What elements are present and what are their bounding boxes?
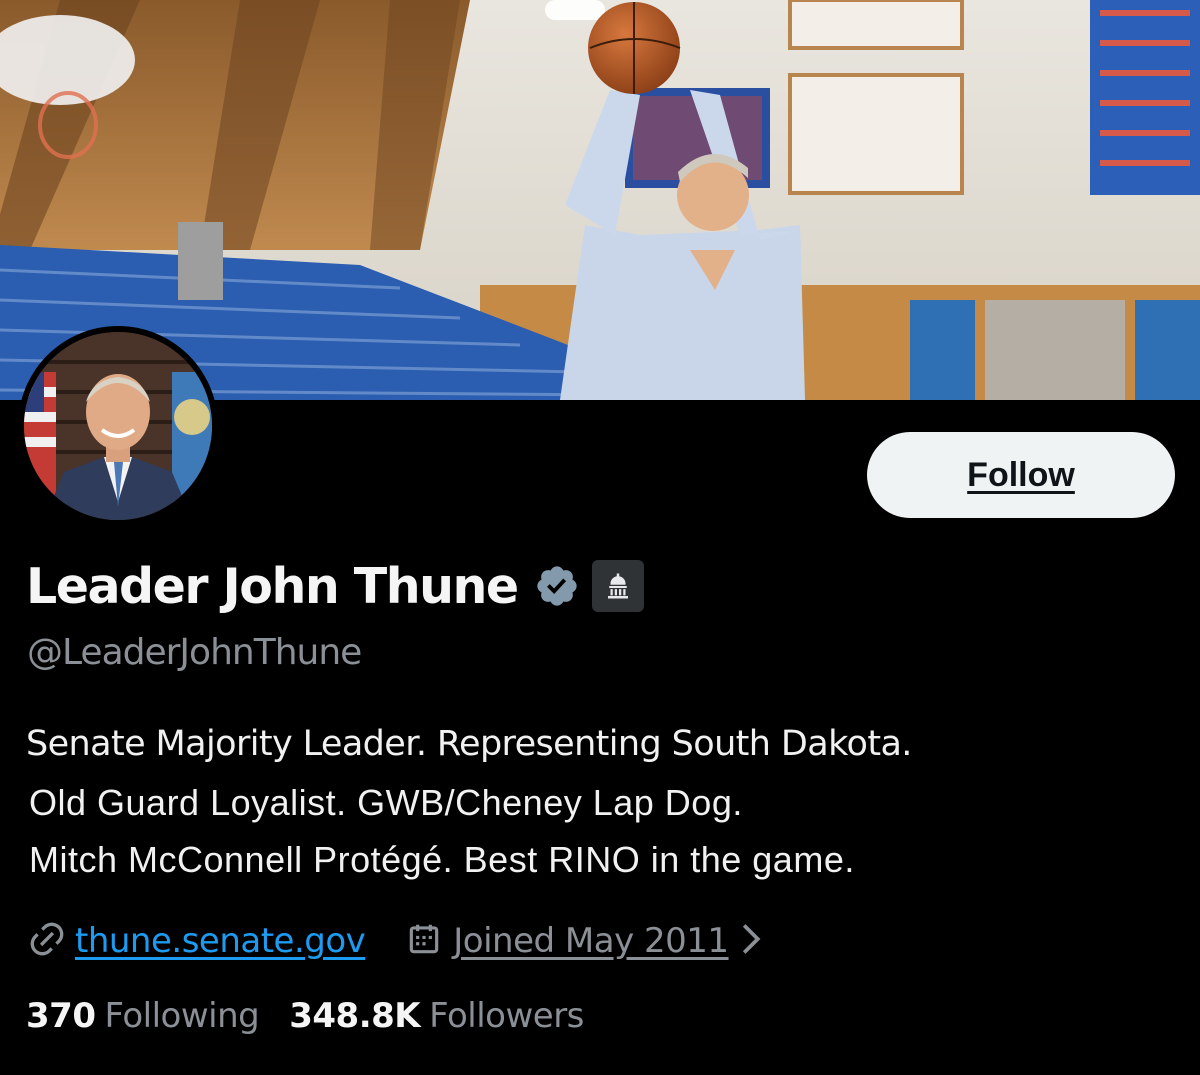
profile-stats: 370 Following 348.8K Followers (26, 996, 584, 1036)
bio-line: Old Guard Loyalist. GWB/Cheney Lap Dog. (29, 782, 743, 823)
avatar-image (24, 332, 212, 520)
followers-stat[interactable]: 348.8K Followers (289, 996, 584, 1036)
website-item[interactable]: thune.senate.gov (27, 919, 366, 964)
profile-meta: thune.senate.gov Joined May 2011 (27, 916, 763, 966)
link-icon (27, 919, 67, 964)
joined-date[interactable]: Joined May 2011 (453, 921, 729, 961)
following-stat[interactable]: 370 Following (26, 996, 260, 1036)
profile-avatar[interactable] (18, 326, 218, 526)
followers-label: Followers (429, 996, 584, 1036)
display-name: Leader John Thune (26, 557, 519, 615)
follow-button[interactable]: Follow (867, 432, 1175, 518)
following-count: 370 (26, 996, 96, 1036)
bio-line: Mitch McConnell Protégé. Best RINO in th… (29, 839, 855, 880)
joined-item[interactable]: Joined May 2011 (405, 920, 762, 963)
followers-count: 348.8K (289, 996, 421, 1036)
calendar-icon (405, 920, 443, 963)
capitol-building-icon[interactable] (591, 560, 644, 612)
chevron-right-icon (739, 922, 763, 961)
website-link[interactable]: thune.senate.gov (75, 921, 366, 961)
following-label: Following (104, 996, 260, 1036)
verified-badge-icon[interactable] (534, 563, 580, 609)
bio-line: Senate Majority Leader. Representing Sou… (26, 724, 912, 764)
user-handle: @LeaderJohnThune (27, 632, 362, 673)
profile-name-row: Leader John Thune (26, 553, 644, 619)
